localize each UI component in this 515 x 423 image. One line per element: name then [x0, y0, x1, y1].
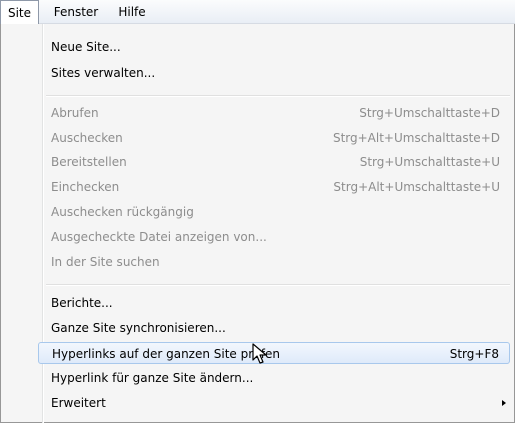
menu-item-label: Ganze Site synchronisieren...	[51, 321, 226, 335]
menu-item-label: Neue Site...	[51, 40, 121, 54]
menu-item-label: In der Site suchen	[51, 255, 160, 269]
menu-separator	[46, 95, 510, 97]
menu-item-label: Einchecken	[51, 180, 120, 194]
menu-bar: Site Fenster Hilfe	[0, 0, 515, 25]
menu-item-abrufen: Abrufen Strg+Umschalttaste+D	[38, 102, 510, 124]
menu-item-in-der-site-suchen: In der Site suchen	[38, 251, 510, 273]
menu-item-label: Hyperlinks auf der ganzen Site prüfen	[52, 347, 280, 361]
menu-item-neue-site[interactable]: Neue Site...	[38, 36, 510, 58]
menu-item-shortcut: Strg+Umschalttaste+D	[359, 106, 500, 120]
menu-item-label: Auschecken	[51, 131, 123, 145]
menu-item-label: Abrufen	[51, 106, 99, 120]
menu-item-label: Auschecken rückgängig	[51, 205, 194, 219]
menu-item-label: Hyperlink für ganze Site ändern...	[51, 371, 254, 385]
menu-item-einchecken: Einchecken Strg+Alt+Umschalttaste+U	[38, 176, 510, 198]
menu-item-hyperlink-aendern[interactable]: Hyperlink für ganze Site ändern...	[38, 367, 510, 389]
menu-site[interactable]: Site	[0, 0, 39, 25]
menu-item-shortcut: Strg+Umschalttaste+U	[359, 155, 500, 169]
menu-item-auschecken-rueckgaengig: Auschecken rückgängig	[38, 201, 510, 223]
menu-item-auschecken: Auschecken Strg+Alt+Umschalttaste+D	[38, 127, 510, 149]
menu-item-shortcut: Strg+Alt+Umschalttaste+D	[332, 131, 500, 145]
menu-hilfe[interactable]: Hilfe	[110, 0, 154, 24]
menu-item-berichte[interactable]: Berichte...	[38, 292, 510, 314]
submenu-arrow-icon	[502, 400, 506, 406]
menu-item-hyperlinks-pruefen[interactable]: Hyperlinks auf der ganzen Site prüfen St…	[38, 342, 510, 364]
menu-item-label: Berichte...	[51, 296, 113, 310]
menu-item-shortcut: Strg+F8	[449, 347, 499, 361]
menu-item-label: Sites verwalten...	[51, 66, 156, 80]
menu-item-label: Bereitstellen	[51, 155, 127, 169]
menu-item-label: Ausgecheckte Datei anzeigen von...	[51, 230, 267, 244]
menu-item-ganze-site-synchronisieren[interactable]: Ganze Site synchronisieren...	[38, 317, 510, 339]
menu-item-label: Erweitert	[51, 396, 106, 410]
menu-item-shortcut: Strg+Alt+Umschalttaste+U	[333, 180, 500, 194]
menu-fenster[interactable]: Fenster	[45, 0, 107, 24]
menu-item-bereitstellen: Bereitstellen Strg+Umschalttaste+U	[38, 151, 510, 173]
menu-item-erweitert[interactable]: Erweitert	[38, 392, 510, 414]
menu-item-ausgecheckte-datei-anzeigen: Ausgecheckte Datei anzeigen von...	[38, 226, 510, 248]
menu-item-sites-verwalten[interactable]: Sites verwalten...	[38, 62, 510, 84]
mouse-pointer-icon	[252, 343, 267, 364]
menu-separator	[46, 284, 510, 286]
